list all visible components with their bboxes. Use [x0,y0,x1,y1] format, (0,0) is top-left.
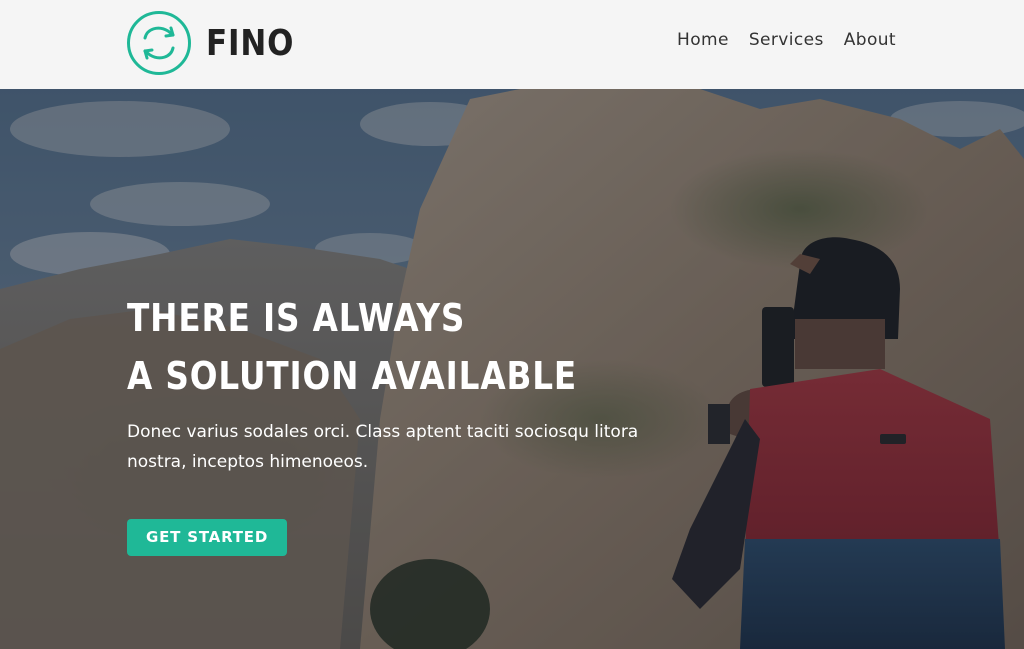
nav-link-about[interactable]: About [844,30,896,50]
nav-link-services[interactable]: Services [749,30,824,50]
exchange-arrows-circle-icon [127,11,191,75]
get-started-button[interactable]: GET STARTED [127,519,288,556]
hero-title-line2: A SOLUTION AVAILABLE [127,354,578,398]
hero-section: THERE IS ALWAYS A SOLUTION AVAILABLE Don… [0,89,1024,649]
hero-content: THERE IS ALWAYS A SOLUTION AVAILABLE Don… [127,289,687,556]
hero-description: Donec varius sodales orci. Class aptent … [127,422,639,472]
main-nav: Home Services About [677,30,896,50]
navbar: FINO Home Services About [0,0,1024,89]
nav-link-home[interactable]: Home [677,30,729,50]
hero-title-line1: THERE IS ALWAYS [127,296,466,340]
brand-name: FINO [206,22,295,64]
brand-logo-link[interactable]: FINO [126,10,309,76]
hero-title: THERE IS ALWAYS A SOLUTION AVAILABLE [127,289,609,405]
